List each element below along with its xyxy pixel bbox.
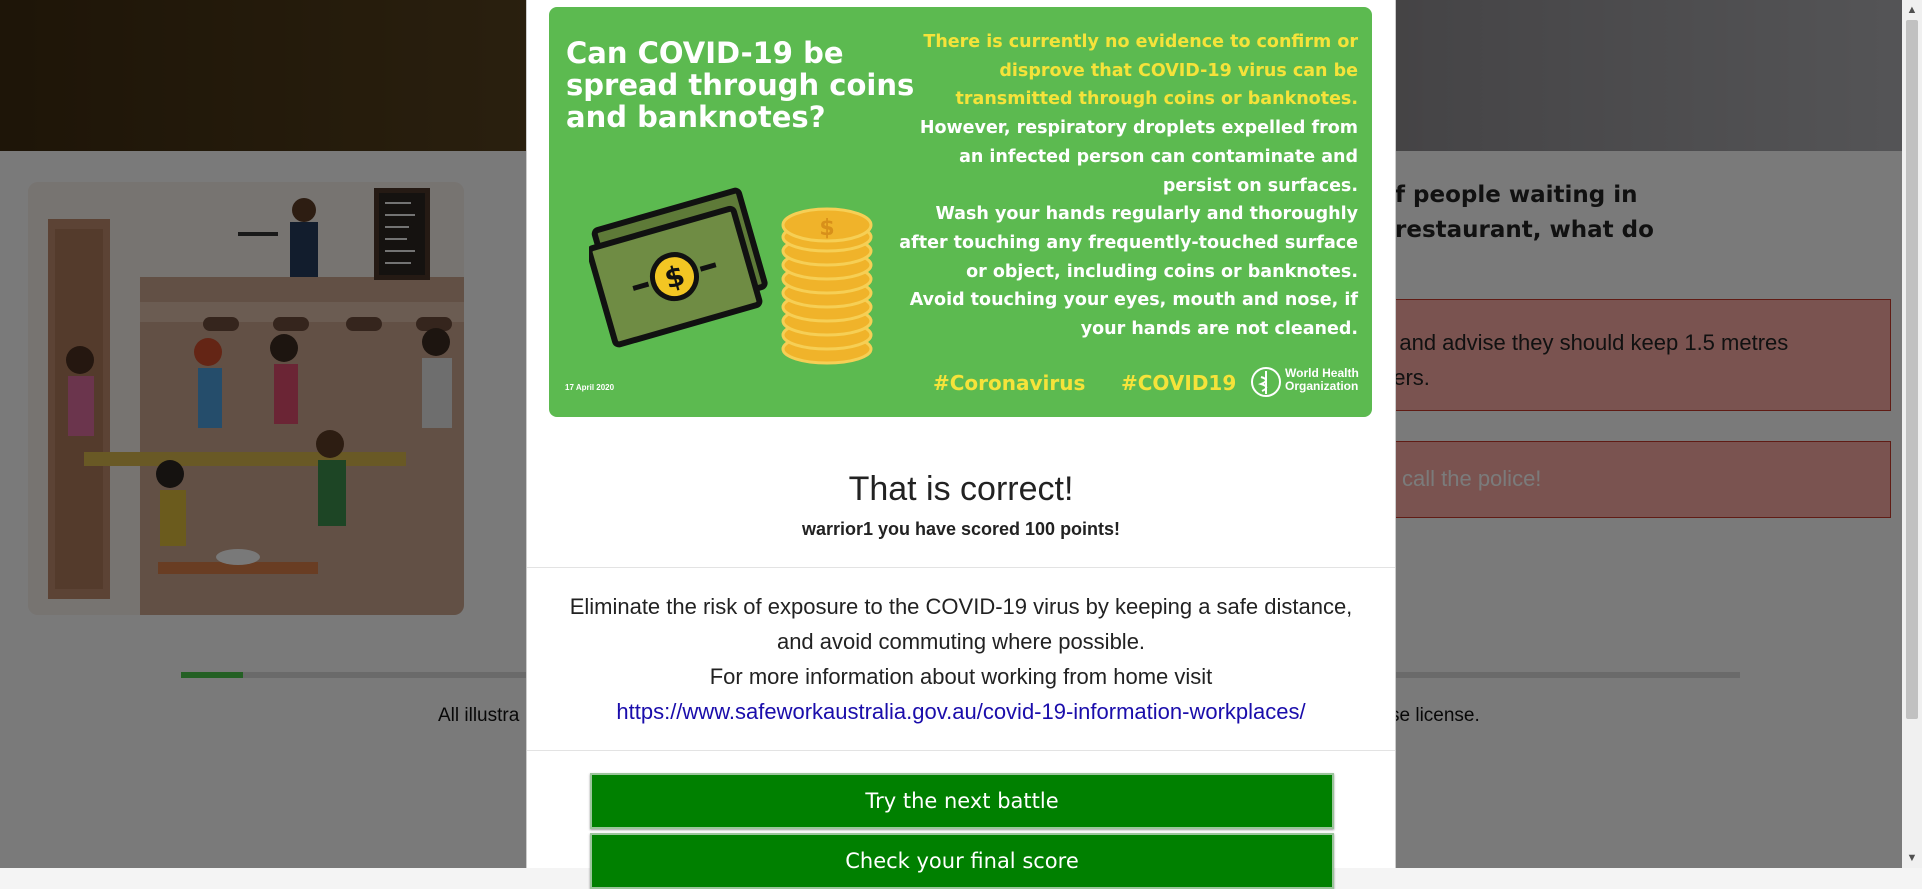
modal-divider [527, 567, 1395, 568]
poster-date: 17 April 2020 [565, 383, 615, 392]
poster-info-highlight: There is currently no evidence to confir… [923, 32, 1358, 110]
who-emblem-icon [1251, 367, 1281, 397]
result-modal: Can COVID-19 be spread through coins and… [526, 0, 1396, 889]
poster-info-text: There is currently no evidence to confir… [898, 28, 1358, 344]
who-logo-text: World Health Organization [1285, 366, 1359, 393]
hashtag-covid19: #COVID19 [1121, 371, 1237, 395]
advice-text: Eliminate the risk of exposure to the CO… [569, 594, 1353, 654]
modal-body: Eliminate the risk of exposure to the CO… [567, 589, 1355, 729]
scrollbar-thumb[interactable] [1906, 20, 1918, 719]
scroll-down-arrow-icon[interactable]: ▼ [1902, 850, 1922, 866]
vertical-scrollbar[interactable]: ▲ ▼ [1902, 0, 1922, 868]
safework-link[interactable]: https://www.safeworkaustralia.gov.au/cov… [616, 699, 1305, 724]
who-info-poster: Can COVID-19 be spread through coins and… [549, 7, 1372, 417]
banknote-icon: $ [589, 187, 768, 348]
poster-info-wash: Wash your hands regularly and thoroughly… [899, 204, 1358, 282]
final-score-button[interactable]: Check your final score [590, 833, 1334, 889]
svg-text:$: $ [819, 216, 834, 241]
modal-title: That is correct! [848, 470, 1074, 508]
hashtag-coronavirus: #Coronavirus [933, 371, 1086, 395]
modal-divider-footer [527, 750, 1395, 751]
scroll-up-arrow-icon[interactable]: ▲ [1902, 2, 1922, 18]
poster-info-avoid: Avoid touching your eyes, mouth and nose… [909, 290, 1358, 340]
more-info-text: For more information about working from … [709, 664, 1213, 689]
poster-info-droplets: However, respiratory droplets expelled f… [919, 118, 1358, 196]
coin-stack-icon: $ [781, 207, 873, 365]
who-logo: World Health Organization [1249, 365, 1361, 399]
next-battle-button[interactable]: Try the next battle [590, 773, 1334, 829]
score-text: warrior1 you have scored 100 points! [801, 519, 1121, 539]
poster-question: Can COVID-19 be spread through coins and… [566, 36, 915, 134]
